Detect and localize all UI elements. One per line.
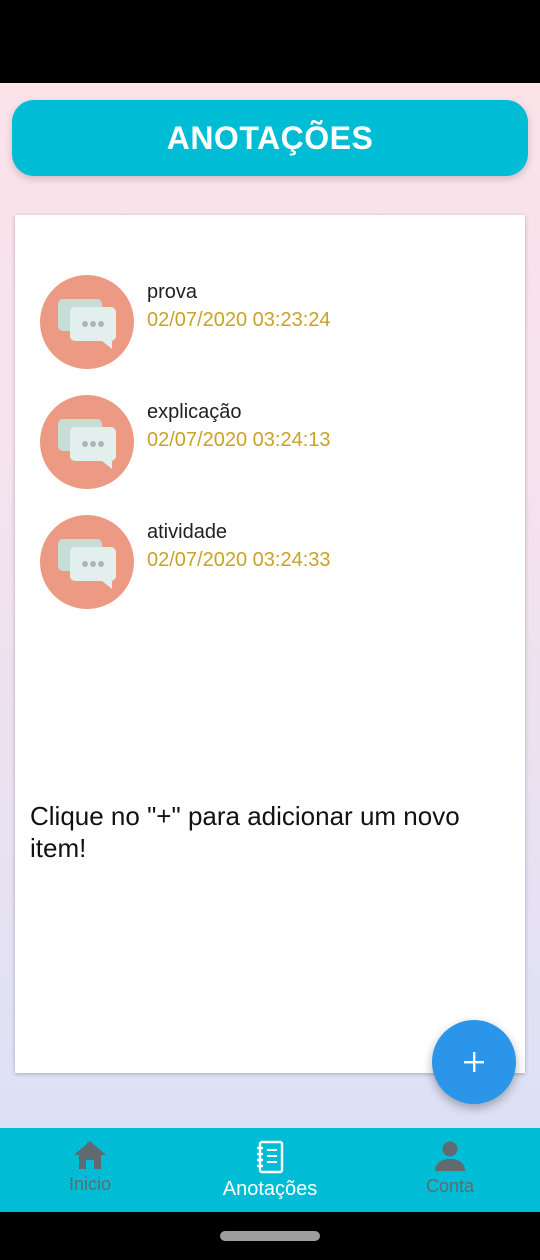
note-title: explicação [147,401,242,423]
plus-icon [464,1052,484,1072]
nav-label: Conta [425,1176,475,1196]
note-title: prova [147,281,198,303]
app-header: ANOTAÇÕES [12,100,528,176]
nav-label: Anotações [222,1178,318,1200]
nav-tab-anotacoes[interactable]: Anotações [180,1128,360,1212]
note-avatar [40,275,134,369]
note-date: 02/07/2020 03:24:13 [147,429,331,451]
notebook-icon [257,1140,284,1174]
chat-bubbles-icon [58,539,116,589]
nav-tab-inicio[interactable]: Inicio [0,1128,180,1212]
note-date: 02/07/2020 03:23:24 [147,309,331,331]
note-date: 02/07/2020 03:24:33 [147,549,331,571]
note-item[interactable]: explicação 02/07/2020 03:24:13 [40,395,500,489]
status-bar [0,0,540,83]
bottom-navigation: Inicio Anotações Conta [0,1128,540,1212]
note-item[interactable]: atividade 02/07/2020 03:24:33 [40,515,500,609]
chat-bubbles-icon [58,299,116,349]
note-item[interactable]: prova 02/07/2020 03:23:24 [40,275,500,369]
note-avatar [40,395,134,489]
person-icon [435,1141,465,1171]
home-icon [74,1141,106,1169]
chat-bubbles-icon [58,419,116,469]
system-navigation-bar [0,1212,540,1260]
nav-tab-conta[interactable]: Conta [360,1128,540,1212]
empty-hint-text: Clique no "+" para adicionar um novo ite… [30,801,460,863]
add-note-button[interactable] [432,1020,516,1104]
note-title: atividade [147,521,228,543]
note-avatar [40,515,134,609]
page-title: ANOTAÇÕES [166,119,374,156]
notes-card: prova 02/07/2020 03:23:24 explicação 02/… [15,215,525,1073]
home-gesture-bar[interactable] [220,1231,320,1241]
nav-label: Inicio [68,1174,112,1194]
